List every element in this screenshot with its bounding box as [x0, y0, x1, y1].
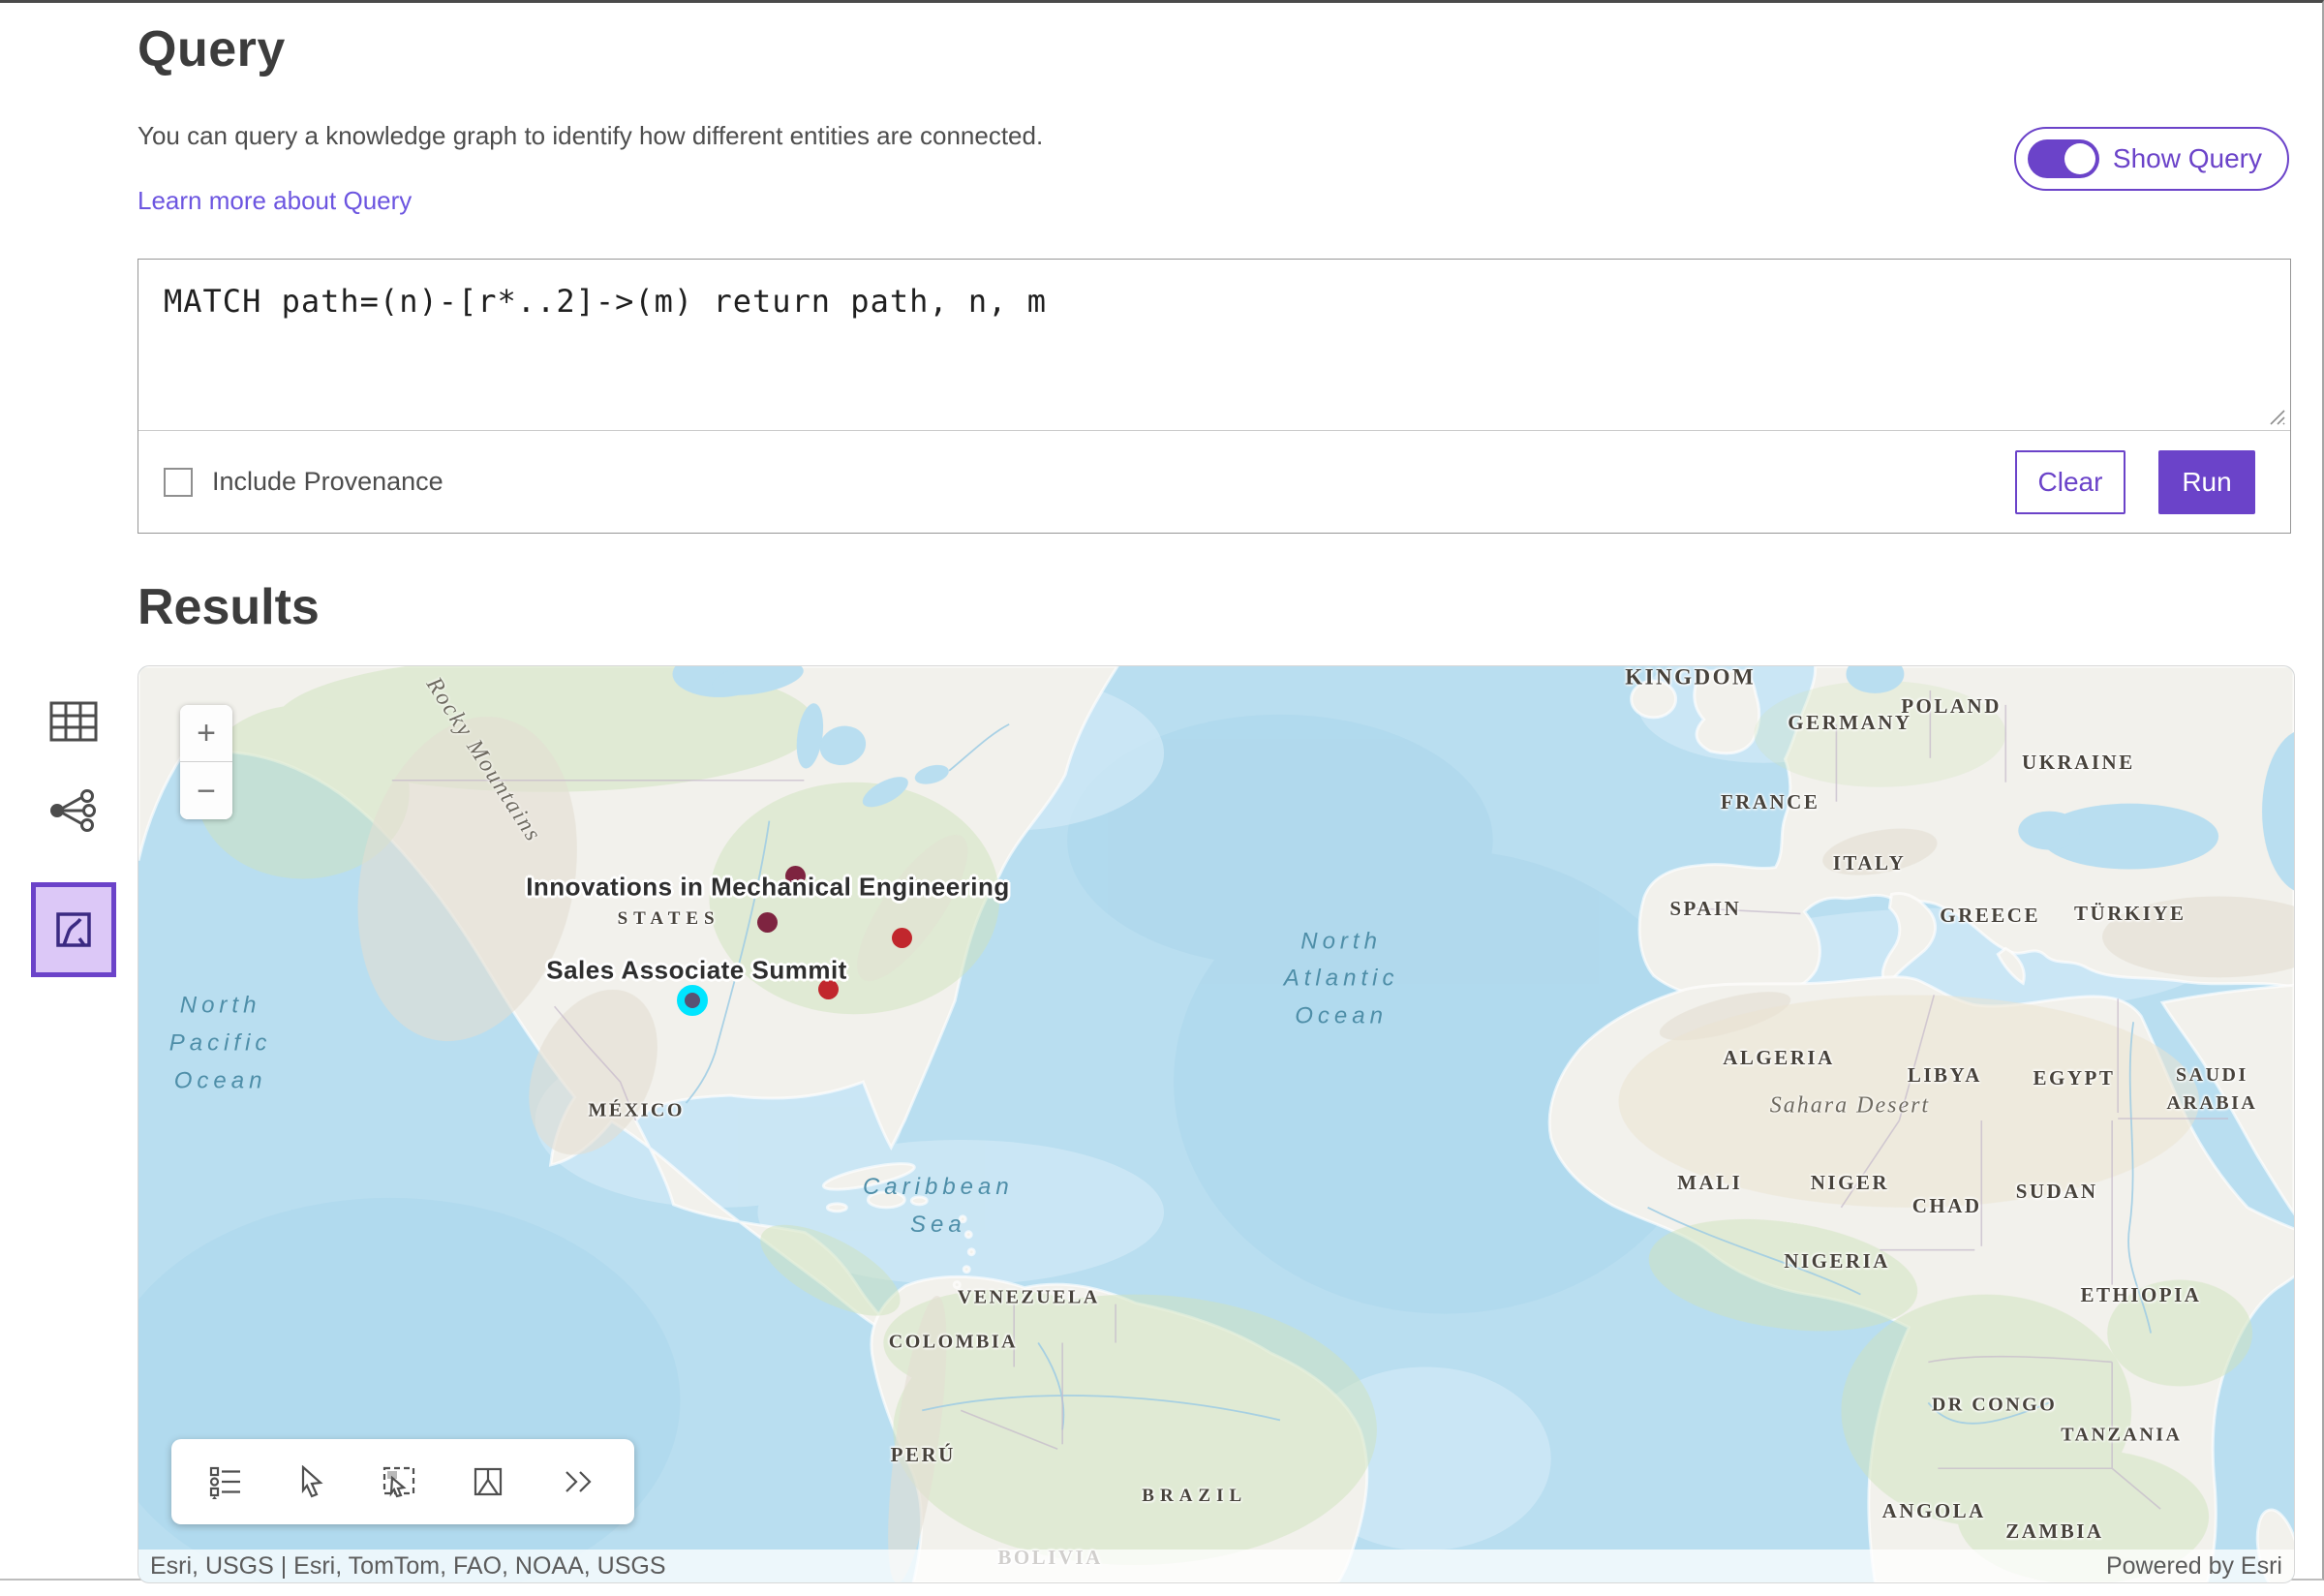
map-label-country: PERÚ	[891, 1439, 956, 1468]
query-panel: MATCH path=(n)-[r*..2]->(m) return path,…	[138, 259, 2291, 534]
map-label-country: SPAIN	[1669, 894, 1741, 923]
expand-toolbar-button[interactable]	[553, 1463, 603, 1500]
map-label-country: ZAMBIA	[2005, 1517, 2103, 1546]
map-label-country: DR CONGO	[1932, 1392, 2057, 1420]
map-label-country: SUDAN	[2016, 1177, 2098, 1206]
page-description: You can query a knowledge graph to ident…	[138, 121, 2293, 151]
map-label-entity: Sales Associate Summit	[546, 956, 847, 986]
map-label-ocean: Caribbean Sea	[863, 1169, 1014, 1244]
results-title: Results	[138, 578, 2293, 636]
query-input[interactable]: MATCH path=(n)-[r*..2]->(m) return path,…	[138, 260, 2290, 430]
map-label-country: ALGERIA	[1723, 1043, 1835, 1072]
map-label-entity: Innovations in Mechanical Engineering	[526, 872, 1010, 902]
select-cursor-button[interactable]	[291, 1459, 332, 1504]
learn-more-link[interactable]: Learn more about Query	[138, 186, 412, 216]
zoom-in-button[interactable]: +	[180, 705, 232, 762]
map-label-country: SAUDI ARABIA	[2166, 1061, 2257, 1118]
cursor-icon	[297, 1465, 326, 1498]
map-label-country: NIGER	[1811, 1167, 1889, 1196]
attribution-sources: Esri, USGS | Esri, TomTom, FAO, NOAA, US…	[150, 1552, 666, 1581]
table-view-button[interactable]	[45, 691, 103, 752]
link-chart-icon	[49, 788, 98, 833]
toggle-switch[interactable]	[2028, 139, 2099, 178]
link-chart-view-button[interactable]	[45, 780, 103, 842]
select-rectangle-icon	[381, 1464, 417, 1499]
clear-button[interactable]: Clear	[2015, 450, 2125, 514]
include-provenance-row: Include Provenance	[164, 467, 443, 497]
map-label-country: CHAD	[1912, 1191, 1982, 1220]
map-label-ocean: North Atlantic Ocean	[1284, 923, 1399, 1036]
map-label-country: MALI	[1677, 1167, 1742, 1196]
table-icon	[48, 700, 99, 743]
results-map[interactable]: KINGDOM POLANDGERMANY UKRAINE FRANCE ITALY SP…	[138, 665, 2295, 1583]
include-provenance-label: Include Provenance	[212, 467, 443, 497]
view-switcher	[29, 691, 118, 977]
map-label-country: TANZANIA	[2061, 1421, 2182, 1449]
map-label-country: TÜRKIYE	[2074, 899, 2186, 928]
include-provenance-checkbox[interactable]	[164, 468, 193, 497]
attribution-powered-by: Powered by Esri	[2106, 1552, 2282, 1581]
select-polygon-button[interactable]	[466, 1459, 510, 1504]
map-label-country: ITALY	[1833, 848, 1907, 877]
select-polygon-icon	[472, 1465, 505, 1498]
map-label-country: STATES	[618, 905, 720, 933]
map-label-country: LIBYA	[1908, 1060, 1982, 1090]
map-attribution: Esri, USGS | Esri, TomTom, FAO, NOAA, US…	[138, 1550, 2294, 1582]
map-label-country: NIGERIA	[1784, 1246, 1890, 1275]
legend-button[interactable]	[202, 1458, 249, 1505]
results-area: KINGDOM POLANDGERMANY UKRAINE FRANCE ITALY SP…	[138, 665, 2293, 1583]
textarea-resize-handle[interactable]	[2267, 407, 2286, 426]
zoom-out-button[interactable]: −	[180, 762, 232, 819]
show-query-label: Show Query	[2113, 143, 2262, 174]
map-view-button-selected[interactable]	[31, 882, 116, 977]
legend-list-icon	[208, 1464, 243, 1499]
query-footer: Include Provenance Clear Run	[138, 430, 2290, 533]
map-label-country: GREECE	[1940, 901, 2040, 930]
show-query-toggle[interactable]: Show Query	[2014, 127, 2289, 191]
map-toolbar	[171, 1439, 634, 1524]
map-label-physical: Rocky Mountains	[420, 673, 546, 847]
query-editor: MATCH path=(n)-[r*..2]->(m) return path,…	[138, 260, 2290, 430]
map-zoom-control: + −	[180, 705, 232, 819]
page-title: Query	[138, 20, 2293, 78]
map-label-country: BRAZIL	[1142, 1483, 1247, 1510]
map-label-country: FRANCE	[1721, 787, 1820, 816]
map-icon	[54, 910, 93, 949]
map-label-ocean: North Pacific Ocean	[169, 987, 272, 1100]
select-rectangle-button[interactable]	[375, 1458, 423, 1505]
map-label-country: MÉXICO	[588, 1096, 684, 1124]
map-label-country: UKRAINE	[2022, 748, 2135, 777]
map-label-country: GERMANY	[1788, 707, 1911, 736]
map-label-physical: Sahara Desert	[1770, 1093, 1930, 1120]
run-button[interactable]: Run	[2158, 450, 2255, 514]
map-label-country: KINGDOM	[1625, 665, 1756, 693]
query-page: Query Show Query You can query a knowled…	[0, 20, 2322, 1596]
toggle-knob	[2064, 143, 2095, 174]
map-label-country: ANGOLA	[1882, 1496, 1986, 1525]
map-label-country: COLOMBIA	[889, 1329, 1018, 1357]
map-label-country: ETHIOPIA	[2080, 1280, 2201, 1309]
map-label-country: POLAND	[1901, 691, 2002, 720]
double-chevron-right-icon	[559, 1469, 597, 1494]
map-label-country: VENEZUELA	[958, 1283, 1100, 1311]
map-label-country: EGYPT	[2034, 1063, 2116, 1092]
